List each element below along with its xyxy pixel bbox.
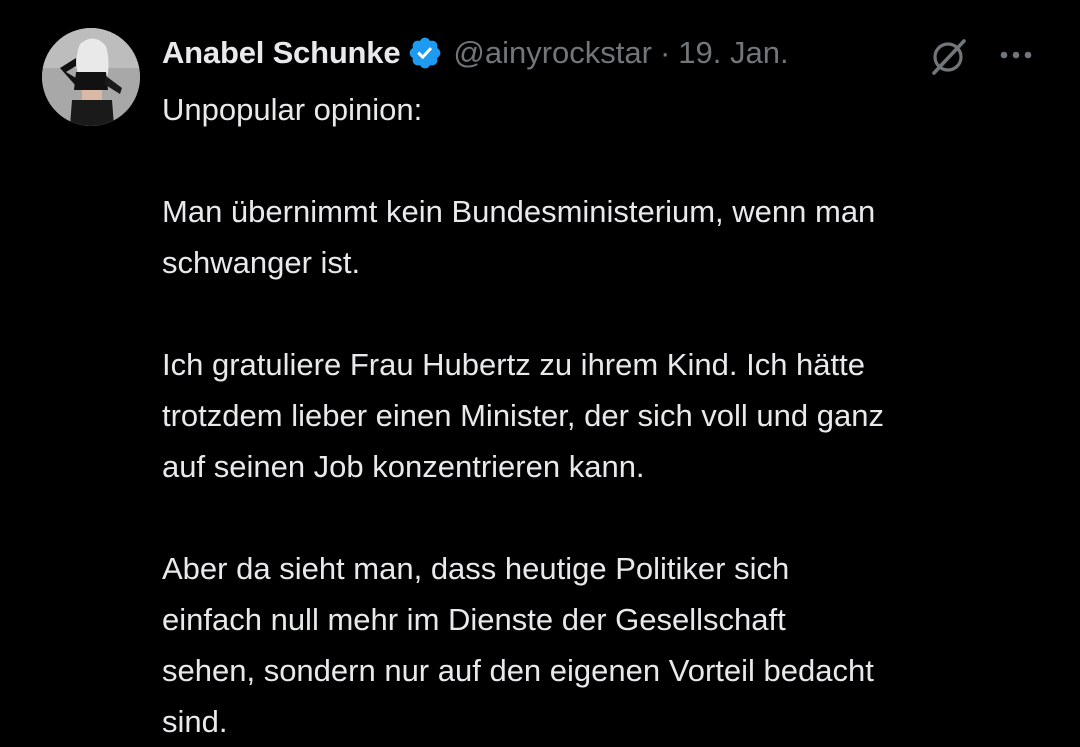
tweet-paragraph: Ich gratuliere Frau Hubertz zu ihrem Kin… bbox=[162, 339, 1062, 492]
verified-badge-icon bbox=[407, 35, 443, 71]
tweet-text-line: trotzdem lieber einen Minister, der sich… bbox=[162, 398, 884, 433]
tweet-paragraph: Unpopular opinion: bbox=[162, 84, 1062, 135]
tweet-text-line: Man übernimmt kein Bundesministerium, we… bbox=[162, 194, 876, 229]
grok-icon[interactable] bbox=[928, 35, 970, 77]
tweet-text-line: sehen, sondern nur auf den eigenen Vorte… bbox=[162, 653, 874, 688]
tweet-text-line: einfach null mehr im Dienste der Gesells… bbox=[162, 602, 786, 637]
tweet-header: Anabel Schunke @ainyrockstar · 19. Jan. bbox=[162, 30, 789, 76]
tweet: Anabel Schunke @ainyrockstar · 19. Jan. … bbox=[0, 0, 1080, 743]
tweet-text-line: Unpopular opinion: bbox=[162, 92, 423, 127]
tweet-body: Unpopular opinion: Man übernimmt kein Bu… bbox=[162, 84, 1062, 747]
tweet-paragraph: Man übernimmt kein Bundesministerium, we… bbox=[162, 186, 1062, 288]
tweet-date[interactable]: 19. Jan. bbox=[678, 35, 788, 71]
more-options-icon[interactable] bbox=[996, 38, 1036, 72]
header-separator: · bbox=[659, 35, 671, 70]
tweet-text-line: Aber da sieht man, dass heutige Politike… bbox=[162, 551, 790, 586]
tweet-paragraph: Aber da sieht man, dass heutige Politike… bbox=[162, 543, 1062, 747]
tweet-text-line: sind. bbox=[162, 704, 228, 739]
tweet-text-line: schwanger ist. bbox=[162, 245, 361, 280]
tweet-text-line: Ich gratuliere Frau Hubertz zu ihrem Kin… bbox=[162, 347, 865, 382]
avatar[interactable] bbox=[42, 28, 140, 126]
tweet-text-line: auf seinen Job konzentrieren kann. bbox=[162, 449, 645, 484]
author-handle[interactable]: @ainyrockstar bbox=[453, 35, 652, 71]
author-display-name[interactable]: Anabel Schunke bbox=[162, 35, 401, 71]
